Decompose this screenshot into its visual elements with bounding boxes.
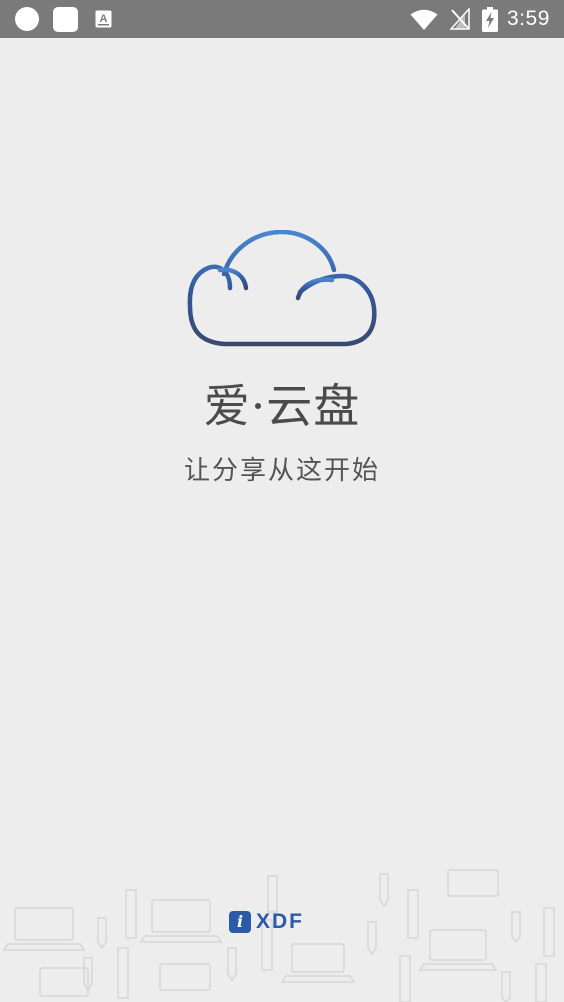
ruler-icon — [125, 889, 137, 939]
laptop-icon — [418, 929, 498, 971]
no-signal-icon — [450, 8, 470, 30]
keyboard-a-icon: A — [95, 10, 112, 28]
brand-mark: i — [229, 911, 251, 933]
pencil-icon — [379, 873, 389, 908]
status-bar: A 3:59 — [0, 0, 564, 38]
pencil-icon — [227, 947, 237, 982]
cloud-icon — [187, 230, 377, 347]
laptop-icon — [159, 963, 211, 991]
ruler-icon — [267, 875, 278, 913]
wifi-icon — [410, 9, 438, 30]
app-name: 爱·云盘 — [203, 379, 361, 433]
ruler-icon — [117, 947, 129, 999]
svg-text:A: A — [100, 13, 108, 25]
tagline: 让分享从这开始 — [183, 456, 380, 486]
laptop-icon — [280, 943, 356, 983]
ruler-icon — [543, 907, 555, 957]
ruler-icon — [407, 889, 419, 939]
notification-square-icon — [53, 7, 78, 32]
ruler-icon — [399, 955, 411, 1002]
pencil-icon — [97, 917, 107, 950]
laptop-icon — [2, 907, 86, 951]
brand-text: XDF — [256, 910, 304, 933]
pencil-icon — [501, 971, 511, 1002]
notification-circle-icon — [15, 7, 39, 31]
ruler-icon — [535, 963, 547, 1002]
battery-charging-icon — [482, 7, 498, 32]
pencil-icon — [367, 921, 377, 956]
laptop-icon — [39, 967, 89, 997]
status-time: 3:59 — [507, 7, 550, 30]
pencil-icon — [511, 911, 521, 944]
laptop-icon — [139, 899, 223, 943]
laptop-icon — [447, 869, 499, 897]
brand-logo: i XDF — [229, 910, 304, 934]
